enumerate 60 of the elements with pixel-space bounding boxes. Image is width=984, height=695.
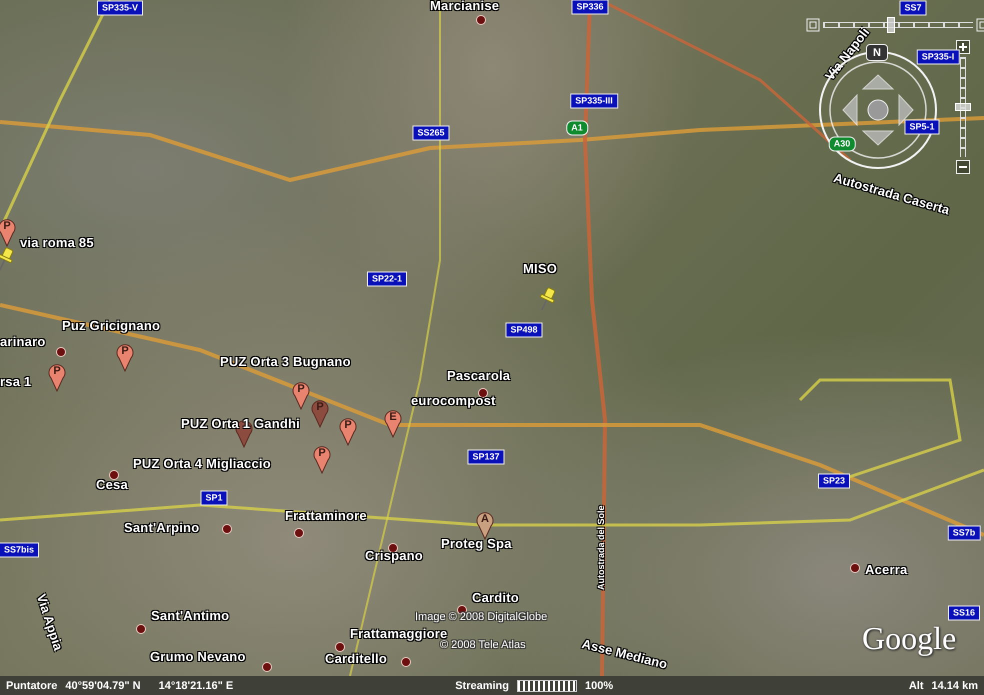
town-label: Sant'Antimo	[151, 608, 230, 623]
longitude-value: 14°18'21.16" E	[158, 680, 234, 692]
road-shield: SP22-1	[366, 272, 408, 286]
road-shield: A30	[828, 136, 856, 152]
google-logo: Google	[862, 620, 956, 657]
streaming-percent: 100%	[585, 680, 614, 692]
road-shield: SP498	[505, 322, 543, 338]
town-label: Acerra	[865, 562, 908, 577]
town-label: Crispano	[365, 548, 423, 563]
placemark-label[interactable]: via roma 85	[20, 235, 94, 250]
town-label: Marcianise	[430, 0, 500, 13]
placemark-pin[interactable]: P	[313, 444, 331, 474]
road-shield: SP336	[571, 0, 609, 14]
placemark-pin[interactable]: E	[384, 408, 402, 438]
road-name-label: Asse Mediano	[580, 636, 669, 672]
road-shield: SP137	[467, 450, 505, 464]
pointer-label: Puntatore	[6, 680, 58, 692]
placemark-pin[interactable]: P	[292, 380, 310, 410]
road-shield: SS265	[412, 126, 450, 140]
placemark-pin[interactable]: A	[476, 510, 494, 540]
town-label: Cardito	[472, 590, 519, 605]
streaming-label: Streaming	[455, 680, 509, 692]
road-name-label: Autostrada del Sole	[596, 505, 606, 590]
road-shield: SP335-III	[570, 94, 618, 108]
placemark-label[interactable]: PUZ Orta 3 Bugnano	[220, 354, 351, 369]
road-name-label: Via Appia	[34, 592, 66, 652]
road-shield: SS16	[948, 606, 980, 620]
road-shield: SS7bis	[0, 542, 39, 558]
road-shield: SS7b	[948, 526, 980, 540]
imagery-credit: © 2008 Tele Atlas	[440, 639, 526, 651]
placemark-pin[interactable]: P	[339, 416, 357, 446]
town-label: Cesa	[96, 477, 128, 492]
road-shield: SP23	[818, 474, 850, 488]
placemark-pin[interactable]: P	[116, 342, 134, 372]
road-shield: SP1	[200, 490, 228, 506]
road-shield: SP335-V	[96, 0, 144, 16]
placemark-label[interactable]: PUZ Orta 4 Migliaccio	[133, 456, 271, 471]
town-label: Frattamaggiore	[350, 626, 448, 641]
town-label: Sant'Arpino	[124, 520, 200, 535]
placemark-label[interactable]: rsa 1	[0, 374, 32, 389]
placemark-pin[interactable]: P	[48, 362, 66, 392]
altitude-label: Alt	[908, 680, 924, 692]
altitude-value: 14.14 km	[932, 680, 978, 692]
placemark-label[interactable]: MISO	[523, 261, 558, 276]
road-shield: SP5-1	[904, 120, 940, 134]
town-label: Carditello	[325, 651, 387, 666]
latitude-value: 40°59'04.79" N	[65, 680, 141, 692]
road-shield: A1	[566, 120, 588, 136]
placemark-pin[interactable]: P	[0, 217, 16, 247]
placemark-label[interactable]: PUZ Orta 1 Gandhi	[181, 416, 300, 431]
imagery-credit: Image © 2008 DigitalGlobe	[415, 611, 548, 623]
town-label: Frattaminore	[285, 508, 367, 523]
placemark-label[interactable]: Puz Gricignano	[62, 318, 160, 333]
town-label: arinaro	[0, 334, 46, 349]
north-button[interactable]: N	[866, 44, 888, 61]
placemark-label[interactable]: eurocompost	[411, 393, 496, 408]
town-label: Grumo Nevano	[150, 649, 246, 664]
town-label: Pascarola	[447, 368, 510, 383]
road-shield: SS7	[900, 0, 926, 16]
road-shield: SP335-I	[916, 50, 960, 64]
